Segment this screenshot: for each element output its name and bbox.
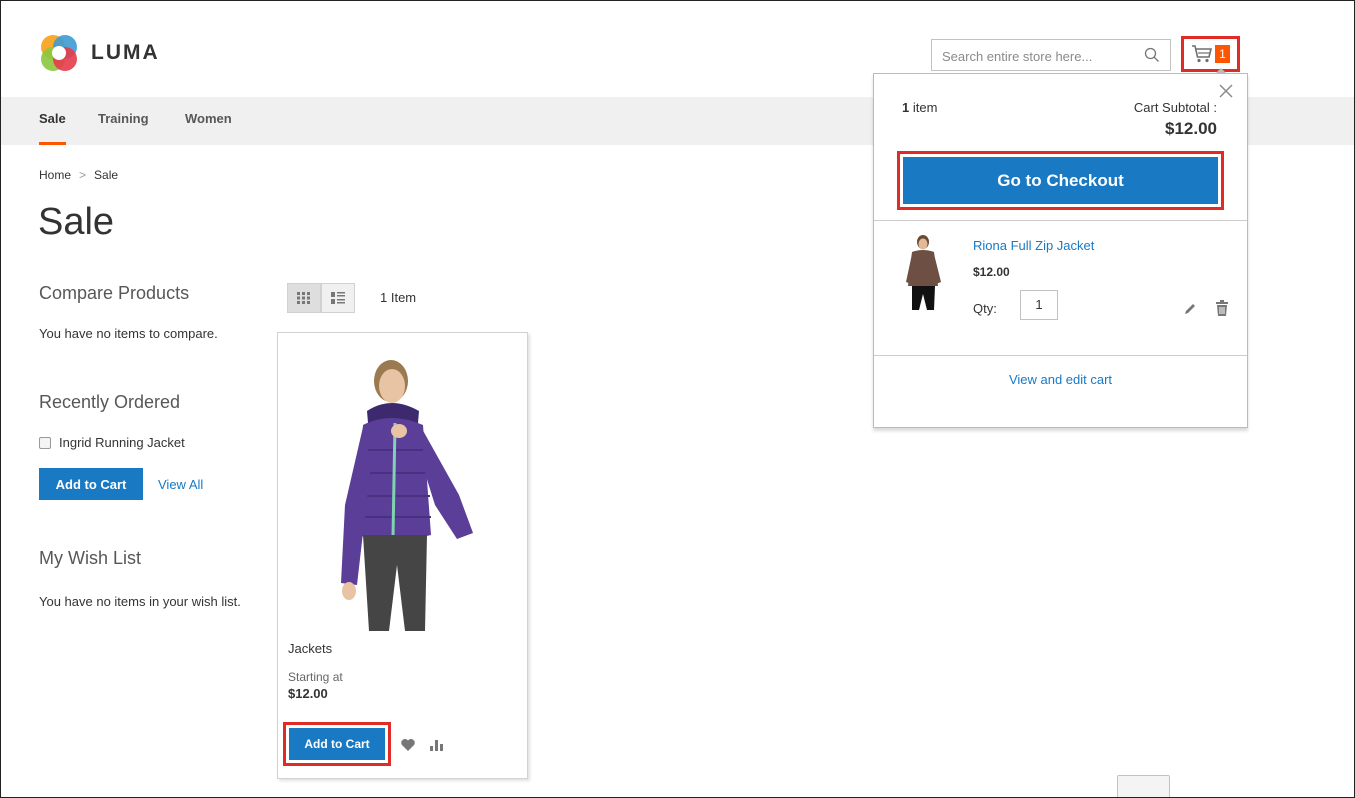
recent-item: Ingrid Running Jacket	[39, 435, 185, 450]
recent-item-checkbox[interactable]	[39, 436, 51, 449]
recent-item-label: Ingrid Running Jacket	[59, 435, 185, 450]
page-title: Sale	[38, 201, 115, 243]
minicart-divider-bottom	[874, 355, 1247, 356]
search-box	[931, 39, 1171, 71]
wishlist-title: My Wish List	[39, 548, 142, 568]
breadcrumb-home[interactable]: Home	[39, 168, 71, 182]
product-price: $12.00	[288, 686, 328, 701]
view-edit-cart-link[interactable]: View and edit cart	[874, 372, 1247, 387]
heart-icon[interactable]	[400, 738, 416, 752]
minicart-divider-top	[874, 220, 1247, 221]
luma-logo-icon	[41, 35, 77, 71]
cart-item-price: $12.00	[973, 265, 1010, 279]
search-icon[interactable]	[1144, 47, 1160, 63]
recent-add-to-cart-button[interactable]: Add to Cart	[39, 468, 143, 500]
minicart-dropdown: 1 item Cart Subtotal : $12.00 Go to Chec…	[873, 68, 1248, 428]
view-all-link[interactable]: View All	[158, 477, 203, 492]
grid-icon	[297, 292, 310, 304]
nav-item-sale[interactable]: Sale	[39, 97, 66, 145]
list-mode-button[interactable]	[321, 283, 355, 313]
product-card: Jackets Starting at $12.00 Add to Cart	[277, 332, 528, 779]
minicart-button[interactable]: 1	[1181, 36, 1240, 72]
cart-item-name[interactable]: Riona Full Zip Jacket	[973, 238, 1094, 253]
breadcrumb-current: Sale	[94, 168, 119, 182]
add-to-cart-button[interactable]: Add to Cart	[289, 728, 385, 760]
breadcrumb: Home > Sale	[39, 168, 118, 182]
qty-input[interactable]: 1	[1020, 290, 1058, 320]
compare-empty-text: You have no items to compare.	[39, 326, 218, 341]
limiter-select[interactable]	[1117, 775, 1170, 797]
view-modes	[287, 283, 355, 313]
cart-icon	[1192, 45, 1213, 63]
close-icon[interactable]	[1219, 84, 1233, 98]
compare-title: Compare Products	[39, 283, 190, 303]
nav-item-training[interactable]: Training	[98, 97, 149, 145]
breadcrumb-separator: >	[79, 168, 87, 182]
go-to-checkout-button[interactable]: Go to Checkout	[903, 157, 1218, 204]
recently-ordered-title: Recently Ordered	[39, 392, 181, 412]
compare-icon[interactable]	[429, 737, 445, 751]
page-frame: LUMA 1 Sale Training Women Home > Sale Sal…	[0, 0, 1355, 798]
qty-label: Qty:	[973, 301, 997, 316]
logo-text: LUMA	[91, 41, 160, 64]
nav-item-women[interactable]: Women	[185, 97, 232, 145]
toolbar-item-count: 1 Item	[380, 290, 417, 305]
logo[interactable]: LUMA	[39, 33, 160, 73]
minicart-count-number: 1	[902, 100, 910, 115]
cart-item-image[interactable]	[904, 234, 944, 310]
add-to-cart-highlight: Add to Cart	[283, 722, 391, 766]
search-input[interactable]	[940, 41, 1144, 71]
trash-icon[interactable]	[1215, 300, 1229, 316]
subtotal-label: Cart Subtotal :	[1133, 100, 1217, 115]
list-icon	[331, 292, 345, 304]
checkout-highlight: Go to Checkout	[897, 151, 1224, 210]
minicart-count-word: item	[912, 100, 938, 115]
subtotal-value: $12.00	[1165, 119, 1217, 138]
product-name[interactable]: Jackets	[288, 641, 332, 656]
price-label: Starting at	[288, 670, 343, 684]
wishlist-empty-text: You have no items in your wish list.	[39, 594, 241, 609]
minicart-count: 1 item	[902, 100, 937, 115]
edit-icon[interactable]	[1183, 302, 1197, 316]
cart-counter: 1	[1215, 45, 1230, 63]
grid-mode-button[interactable]	[287, 283, 321, 313]
product-image[interactable]	[333, 355, 483, 631]
